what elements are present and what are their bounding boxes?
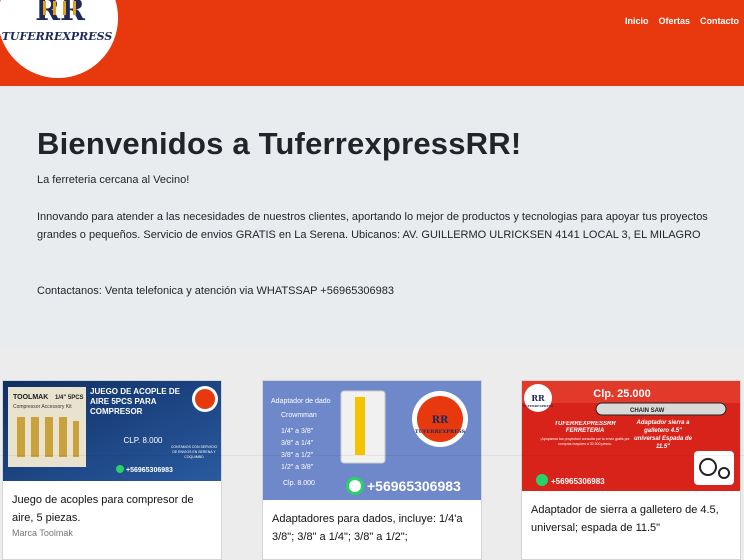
product-card[interactable]: Adaptador de dado Crowmman 1/4" a 3/8" 3… bbox=[262, 380, 482, 560]
nav-contacto-link[interactable]: Contacto bbox=[700, 16, 739, 26]
image-phone: +56965306983 bbox=[367, 478, 461, 494]
adapter-line: Adaptador de dado bbox=[271, 398, 331, 405]
image-headline: JUEGO DE ACOPLE DE AIRE 5PCS PARA COMPRE… bbox=[90, 387, 180, 416]
product-title[interactable]: Juego de acoples para compresor de aire,… bbox=[12, 491, 215, 527]
contact-text: Contactanos: Venta telefonica y atención… bbox=[37, 285, 395, 297]
product-card[interactable]: RR TUFERREXPRESS Clp. 25.000 CHAIN SAW T… bbox=[521, 380, 741, 560]
product-image[interactable]: RR TUFERREXPRESS Clp. 25.000 CHAIN SAW T… bbox=[522, 381, 740, 491]
adapter-line: 1/4" a 3/8" bbox=[281, 428, 314, 435]
logo-mark: RR bbox=[35, 0, 86, 28]
image-promo: ¡Apoyamos tus proyectos! consulta por tu… bbox=[540, 437, 630, 446]
site-logo[interactable]: RR TUFERREXPRESS bbox=[0, 0, 118, 78]
image-price: Clp. 8.000 bbox=[283, 480, 315, 487]
adapter-line: 1/2" a 3/8" bbox=[281, 464, 314, 471]
product-image[interactable]: TOOLMAK 1/4" 5PCS Compressor Accessory K… bbox=[3, 381, 221, 481]
nav-ofertas-link[interactable]: Ofertas bbox=[658, 16, 690, 26]
product-brand: Marca Toolmak bbox=[12, 528, 73, 538]
welcome-jumbotron: Bienvenidos a TuferrexpressRR! La ferret… bbox=[0, 86, 744, 347]
page-title: Bienvenidos a TuferrexpressRR! bbox=[37, 126, 522, 161]
main-nav: Inicio Ofertas Contacto bbox=[625, 16, 739, 26]
image-phone: +56965306983 bbox=[551, 477, 605, 486]
svg-text:RR: RR bbox=[531, 393, 545, 403]
image-price: Clp. 25.000 bbox=[593, 388, 650, 400]
image-price: CLP. 8.000 bbox=[124, 436, 164, 445]
image-logo-text: TUFERREXPRESS bbox=[415, 429, 466, 435]
svg-text:RR: RR bbox=[432, 415, 449, 426]
product-card[interactable]: TOOLMAK 1/4" 5PCS Compressor Accessory K… bbox=[2, 380, 222, 560]
image-store: TUFERREXPRESSRR FERRETERIA bbox=[554, 421, 616, 434]
tagline-text: La ferreteria cercana al Vecino! bbox=[37, 174, 190, 186]
saw-label: CHAIN SAW bbox=[630, 408, 665, 414]
image-logo-text: TUFERREXPRESS bbox=[523, 404, 553, 408]
kit-badge: 1/4" 5PCS bbox=[55, 395, 84, 401]
description-text: Innovando para atender a las necesidades… bbox=[37, 211, 708, 241]
kit-name: Compressor Accessory Kit bbox=[13, 404, 72, 410]
nav-inicio-link[interactable]: Inicio bbox=[625, 16, 649, 26]
product-list: TOOLMAK 1/4" 5PCS Compressor Accessory K… bbox=[0, 347, 744, 560]
kit-brand: TOOLMAK bbox=[13, 394, 48, 401]
top-navbar: RR TUFERREXPRESS Inicio Ofertas Contacto bbox=[0, 0, 744, 86]
divider bbox=[0, 455, 744, 456]
adapter-line: Crowmman bbox=[281, 412, 317, 419]
logo-text: TUFERREXPRESS bbox=[2, 30, 113, 43]
image-note: CONTAMOS CON SERVICIO DE ENVIOS EN SEREN… bbox=[170, 445, 218, 459]
adapter-line: 3/8" a 1/4" bbox=[281, 440, 314, 447]
product-image[interactable]: Adaptador de dado Crowmman 1/4" a 3/8" 3… bbox=[263, 381, 481, 500]
image-phone: +56965306983 bbox=[126, 467, 173, 474]
image-product-name: Adaptador sierra a galletero 4.5" univer… bbox=[633, 420, 693, 450]
product-title[interactable]: Adaptadores para dados, incluye: 1/4'a 3… bbox=[272, 510, 475, 546]
product-title[interactable]: Adaptador de sierra a galletero de 4.5, … bbox=[531, 501, 734, 537]
